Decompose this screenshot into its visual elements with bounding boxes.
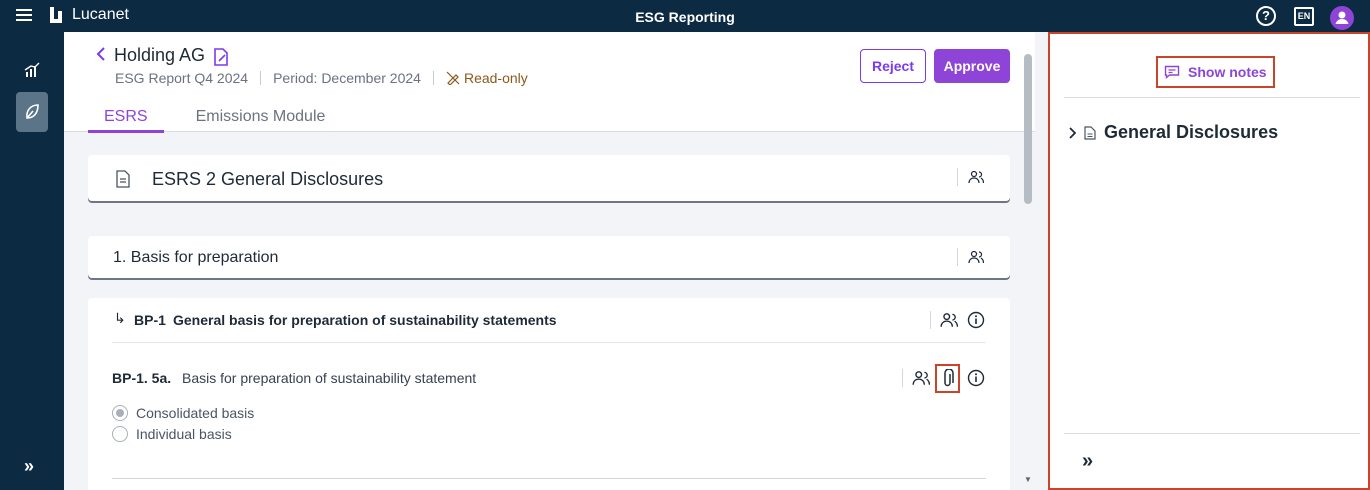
people-icon[interactable] bbox=[940, 312, 958, 328]
bp1-5a-code: BP-1. 5a. bbox=[112, 370, 172, 386]
comment-icon bbox=[1164, 65, 1180, 79]
document-icon bbox=[116, 170, 130, 188]
user-icon bbox=[1335, 11, 1349, 24]
sub-item-arrow-icon: ↳ bbox=[114, 310, 126, 326]
option-individual-basis[interactable]: Individual basis bbox=[112, 426, 232, 442]
approve-button[interactable]: Approve bbox=[934, 49, 1010, 83]
option-label: Consolidated basis bbox=[136, 405, 255, 421]
entity-title: Holding AG bbox=[114, 45, 206, 65]
notes-panel: Show notes General Disclosures » bbox=[1048, 32, 1370, 490]
tab-emissions-module[interactable]: Emissions Module bbox=[180, 106, 342, 133]
scroll-down-icon[interactable]: ▼ bbox=[1024, 475, 1032, 484]
reject-button[interactable]: Reject bbox=[860, 49, 926, 83]
tab-bar: ESRS Emissions Module bbox=[88, 106, 341, 133]
collapse-panel-icon[interactable]: » bbox=[1082, 450, 1093, 473]
leaf-icon bbox=[26, 104, 39, 119]
basis-section-card[interactable]: 1. Basis for preparation bbox=[88, 236, 1010, 278]
scrollbar-thumb[interactable] bbox=[1024, 54, 1032, 204]
main-content: Holding AG ESG Report Q4 2024 Period: De… bbox=[64, 32, 1035, 490]
document-icon bbox=[1084, 125, 1096, 140]
pencil-off-icon bbox=[446, 71, 460, 85]
option-consolidated-basis[interactable]: Consolidated basis bbox=[112, 405, 254, 421]
people-icon[interactable] bbox=[912, 370, 930, 386]
rail-analytics-button[interactable] bbox=[16, 54, 48, 86]
readonly-label: Read-only bbox=[463, 70, 528, 86]
user-avatar[interactable] bbox=[1330, 6, 1354, 30]
divider bbox=[902, 369, 903, 387]
readonly-badge: Read-only bbox=[446, 70, 528, 86]
divider bbox=[1064, 433, 1360, 434]
left-rail: » bbox=[0, 32, 64, 490]
attachment-button[interactable] bbox=[935, 364, 960, 393]
page-header: Holding AG ESG Report Q4 2024 Period: De… bbox=[64, 32, 1035, 133]
bp1-card: ↳ BP-1 General basis for preparation of … bbox=[88, 298, 1010, 490]
option-label: Individual basis bbox=[136, 426, 232, 442]
paperclip-icon bbox=[944, 369, 954, 387]
report-meta: ESG Report Q4 2024 Period: December 2024… bbox=[115, 70, 528, 86]
esrs2-section-title: ESRS 2 General Disclosures bbox=[152, 169, 384, 189]
back-chevron-icon[interactable] bbox=[94, 44, 108, 64]
bp1-code: BP-1 bbox=[134, 312, 166, 328]
document-edit-icon[interactable] bbox=[212, 47, 230, 67]
radio-unchecked[interactable] bbox=[112, 426, 128, 442]
divider bbox=[930, 311, 931, 329]
bp1-title: General basis for preparation of sustain… bbox=[173, 312, 557, 328]
divider bbox=[957, 168, 958, 186]
esrs2-section-card[interactable]: ESRS 2 General Disclosures bbox=[88, 155, 1010, 201]
divider bbox=[112, 342, 986, 343]
meta-divider bbox=[432, 71, 434, 85]
meta-divider bbox=[260, 71, 262, 85]
expand-rail-icon[interactable]: » bbox=[24, 456, 34, 477]
basis-section-title: 1. Basis for preparation bbox=[113, 249, 279, 266]
tree-item-label: General Disclosures bbox=[1104, 122, 1279, 142]
main-scrollbar[interactable]: ▼ bbox=[1021, 54, 1035, 490]
show-notes-button[interactable]: Show notes bbox=[1156, 56, 1275, 88]
people-icon[interactable] bbox=[968, 250, 984, 264]
info-icon[interactable] bbox=[967, 311, 985, 329]
report-period: Period: December 2024 bbox=[273, 70, 421, 86]
rail-esg-button[interactable] bbox=[16, 92, 48, 132]
chart-icon bbox=[24, 62, 40, 77]
language-selector[interactable]: EN bbox=[1294, 7, 1314, 26]
show-notes-label: Show notes bbox=[1188, 64, 1267, 80]
app-title: ESG Reporting bbox=[635, 9, 735, 25]
people-icon[interactable] bbox=[968, 170, 984, 184]
chevron-right-icon[interactable] bbox=[1068, 126, 1076, 139]
divider bbox=[1064, 97, 1360, 98]
top-bar: Lucanet ESG Reporting ? EN bbox=[0, 0, 1370, 32]
info-icon[interactable] bbox=[967, 369, 985, 387]
report-name: ESG Report Q4 2024 bbox=[115, 70, 249, 86]
tree-item-general-disclosures[interactable]: General Disclosures bbox=[1068, 122, 1278, 143]
bp1-5a-title: Basis for preparation of sustainability … bbox=[182, 370, 477, 386]
divider bbox=[957, 248, 958, 266]
help-icon[interactable]: ? bbox=[1256, 6, 1276, 26]
tab-esrs[interactable]: ESRS bbox=[88, 106, 164, 133]
radio-checked[interactable] bbox=[112, 405, 128, 421]
divider bbox=[112, 478, 986, 479]
